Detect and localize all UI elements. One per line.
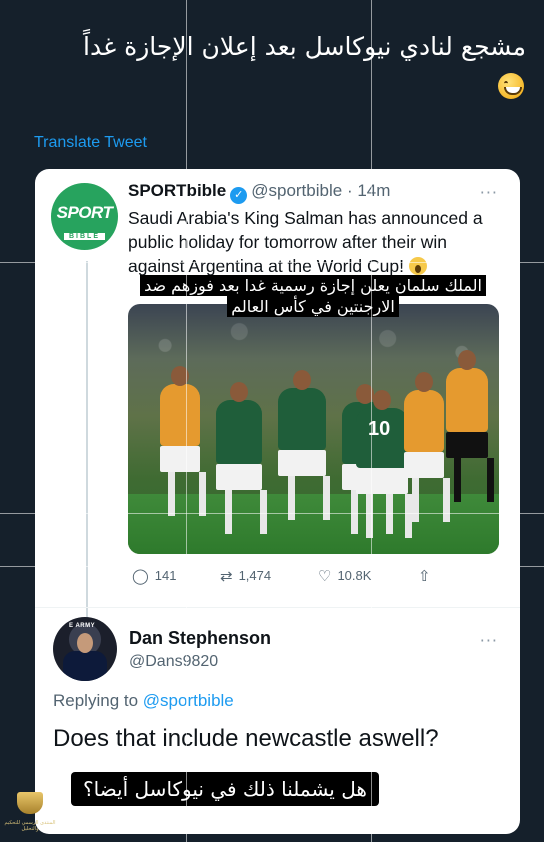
tweet-photo[interactable]: 10 <box>128 304 499 554</box>
scream-emoji-icon <box>408 257 427 275</box>
player <box>404 372 450 522</box>
avatar-text: E ARMY <box>69 623 96 629</box>
separator-dot: · <box>346 181 353 200</box>
reply-author-name[interactable]: Dan Stephenson <box>129 628 271 649</box>
replying-to-link[interactable]: @sportbible <box>143 691 234 710</box>
player <box>160 366 206 516</box>
tweet-card: SPORT BIBLE SPORTbible ✓ @sportbible · 14m… <box>35 169 520 834</box>
share-icon: ⇧ <box>418 568 431 585</box>
divider <box>35 607 520 608</box>
quoted-tweet-header: SPORTbible ✓ @sportbible · 14m <box>128 181 390 204</box>
more-options-icon[interactable]: ··· <box>480 631 498 650</box>
reply-tweet-text: Does that include newcastle aswell? <box>53 725 439 752</box>
retweet-button[interactable]: ⇄ 1,474 <box>220 567 271 585</box>
forum-watermark-logo: المنتدى الرسمي للتحكيم والتحليل <box>0 790 60 840</box>
tweet-time[interactable]: 14m <box>357 181 390 200</box>
grinning-sweat-emoji-icon <box>498 73 524 99</box>
more-options-icon[interactable]: ··· <box>480 183 498 202</box>
thread-line <box>86 261 88 621</box>
player <box>278 370 331 520</box>
replying-to: Replying to @sportbible <box>53 691 234 711</box>
share-button[interactable]: ⇧ <box>418 567 437 585</box>
sportbible-logo[interactable]: SPORT BIBLE <box>51 183 118 250</box>
like-button[interactable]: ♡ 10.8K <box>318 567 371 585</box>
trophy-icon <box>17 792 43 814</box>
watermark-text: المنتدى الرسمي للتحكيم والتحليل <box>4 820 56 832</box>
player-number-ten: 10 <box>356 390 412 538</box>
player <box>216 382 267 534</box>
reply-count: 141 <box>154 568 177 583</box>
like-icon: ♡ <box>318 568 332 585</box>
verified-badge-icon: ✓ <box>230 187 248 204</box>
post-caption: مشجع لنادي نيوكاسل بعد إعلان الإجازة غدا… <box>56 28 526 104</box>
jersey-number: 10 <box>368 418 391 440</box>
arabic-translation-overlay: الملك سلمان يعلن إجازة رسمية غدا بعد فوز… <box>130 275 496 317</box>
player <box>446 350 494 502</box>
tweet-text: Saudi Arabia's King Salman has announced… <box>128 208 483 276</box>
caption-text: مشجع لنادي نيوكاسل بعد إعلان الإجازة غدا… <box>83 32 526 61</box>
replying-prefix: Replying to <box>53 691 139 710</box>
comment-icon: ◯ <box>132 568 149 585</box>
arabic-overlay-line: الارجنتين في كأس العالم <box>227 296 399 317</box>
arabic-reply-translation: هل يشملنا ذلك في نيوكاسل أيضا؟ <box>71 772 379 806</box>
account-name[interactable]: SPORTbible <box>128 181 226 200</box>
logo-text: SPORT <box>56 203 113 222</box>
retweet-icon: ⇄ <box>220 568 233 585</box>
translate-tweet-link[interactable]: Translate Tweet <box>34 134 147 152</box>
avatar[interactable]: E ARMY <box>53 617 117 681</box>
account-handle[interactable]: @sportbible <box>251 181 342 200</box>
logo-subtext: BIBLE <box>64 233 105 240</box>
quoted-tweet-text: Saudi Arabia's King Salman has announced… <box>128 206 503 278</box>
like-count: 10.8K <box>337 568 372 583</box>
retweet-count: 1,474 <box>238 568 272 583</box>
reply-author-handle[interactable]: @Dans9820 <box>129 653 218 671</box>
reply-button[interactable]: ◯ 141 <box>132 567 177 585</box>
arabic-overlay-line: الملك سلمان يعلن إجازة رسمية غدا بعد فوز… <box>140 275 486 296</box>
